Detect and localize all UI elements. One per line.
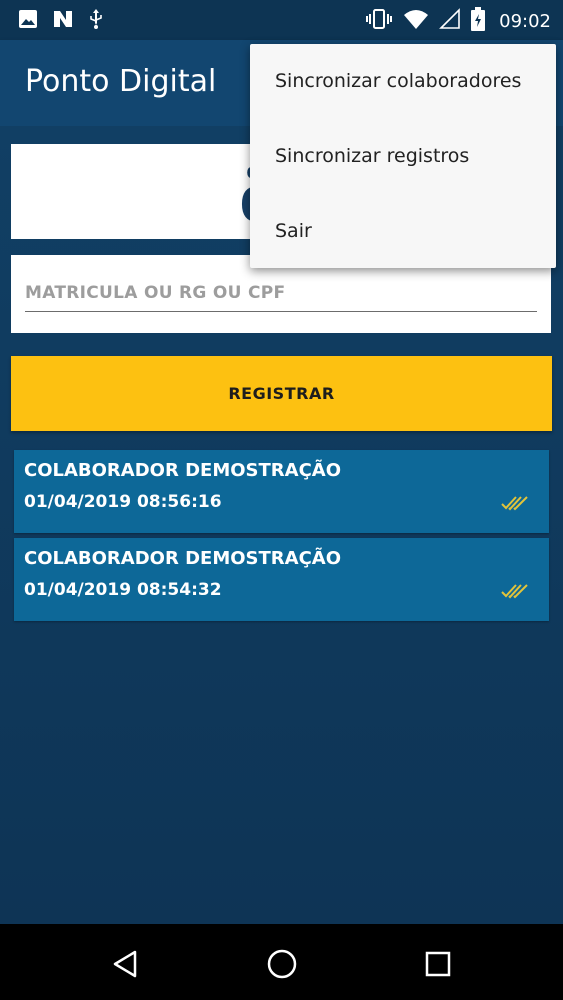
record-item[interactable]: COLABORADOR DEMOSTRAÇÃO 01/04/2019 08:54… (14, 538, 549, 621)
vibrate-icon (365, 8, 393, 34)
wifi-icon (403, 8, 429, 34)
record-name: COLABORADOR DEMOSTRAÇÃO (24, 460, 342, 481)
record-name: COLABORADOR DEMOSTRAÇÃO (24, 548, 342, 569)
status-time: 09:02 (499, 10, 551, 32)
home-button[interactable] (262, 944, 302, 984)
menu-item-sync-records[interactable]: Sincronizar registros (250, 119, 556, 194)
recents-button[interactable] (418, 944, 458, 984)
matricula-input[interactable] (25, 275, 537, 312)
usb-icon (88, 8, 104, 34)
status-right-icons: 09:02 (365, 7, 551, 35)
status-left-icons (18, 8, 104, 34)
home-icon (267, 949, 297, 979)
overflow-menu: Sincronizar colaboradores Sincronizar re… (250, 44, 556, 268)
image-icon (18, 9, 38, 33)
register-button[interactable]: REGISTRAR (11, 356, 552, 431)
back-icon (113, 950, 137, 978)
recents-icon (425, 951, 451, 977)
menu-item-sync-collaborators[interactable]: Sincronizar colaboradores (250, 44, 556, 119)
n-notification-icon (52, 9, 74, 33)
status-bar: 09:02 (0, 0, 563, 40)
record-datetime: 01/04/2019 08:54:32 (24, 580, 222, 600)
battery-icon (471, 7, 486, 35)
menu-item-logout[interactable]: Sair (250, 194, 556, 269)
record-datetime: 01/04/2019 08:56:16 (24, 492, 222, 512)
double-check-icon (501, 496, 528, 511)
double-check-icon (501, 584, 528, 599)
app-title: Ponto Digital (25, 64, 217, 99)
navigation-bar (0, 924, 563, 1000)
record-item[interactable]: COLABORADOR DEMOSTRAÇÃO 01/04/2019 08:56… (14, 450, 549, 533)
back-button[interactable] (105, 944, 145, 984)
signal-icon (439, 8, 461, 34)
